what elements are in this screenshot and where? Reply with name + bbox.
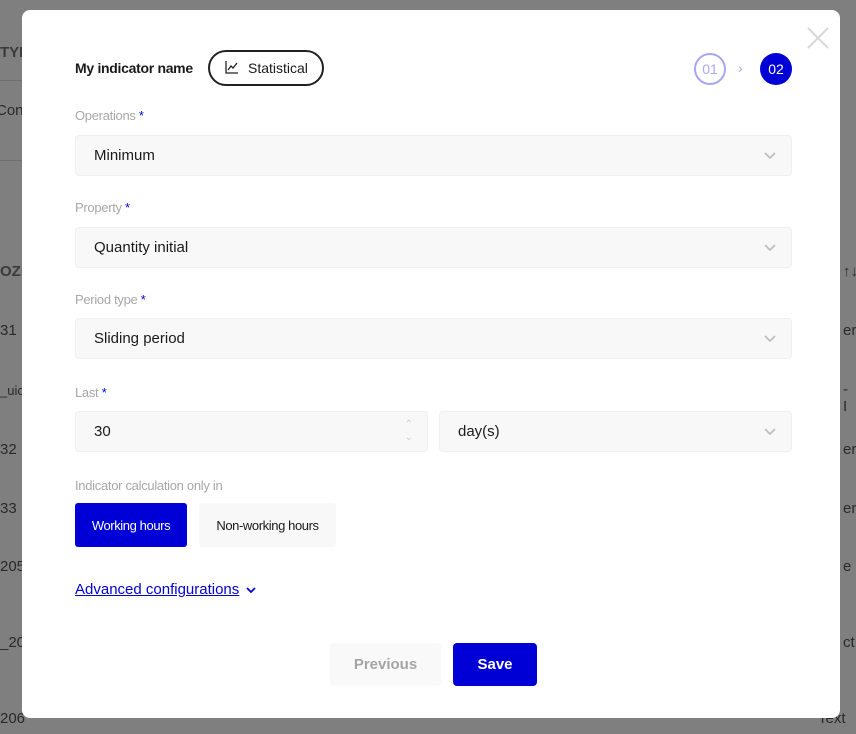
last-label: Last * bbox=[75, 385, 107, 400]
property-value: Quantity initial bbox=[94, 239, 189, 256]
unit-value: day(s) bbox=[458, 423, 500, 440]
close-icon[interactable] bbox=[806, 26, 830, 50]
decrement-icon: ⌄ bbox=[404, 432, 413, 443]
non-working-hours-toggle[interactable]: Non-working hours bbox=[199, 503, 336, 547]
chip-label: Statistical bbox=[248, 60, 308, 76]
number-stepper[interactable]: ⌃ ⌄ bbox=[405, 418, 413, 444]
last-number-input[interactable]: 30 ⌃ ⌄ bbox=[75, 411, 428, 452]
indicator-type-chip[interactable]: Statistical bbox=[208, 50, 324, 86]
bg-fragment: 32 bbox=[0, 441, 17, 458]
bg-fragment: er bbox=[843, 441, 856, 458]
increment-icon: ⌃ bbox=[404, 419, 413, 430]
last-value: 30 bbox=[94, 423, 111, 440]
save-button[interactable]: Save bbox=[453, 643, 537, 686]
period-type-value: Sliding period bbox=[94, 330, 185, 347]
chevron-down-icon bbox=[764, 244, 776, 252]
step-chevron-icon: › bbox=[738, 60, 743, 76]
step-01[interactable]: 01 bbox=[694, 53, 726, 85]
chevron-down-icon bbox=[246, 586, 256, 593]
advanced-configurations-link[interactable]: Advanced configurations bbox=[75, 581, 257, 598]
unit-select[interactable]: day(s) bbox=[439, 411, 792, 452]
working-hours-toggle[interactable]: Working hours bbox=[75, 503, 187, 547]
previous-button[interactable]: Previous bbox=[330, 643, 441, 686]
chevron-down-icon bbox=[764, 335, 776, 343]
bg-fragment: - I bbox=[843, 381, 848, 415]
property-select[interactable]: Quantity initial bbox=[75, 227, 792, 268]
bg-fragment: ct bbox=[843, 634, 855, 651]
calc-label: Indicator calculation only in bbox=[75, 478, 223, 493]
bg-fragment: 31 bbox=[0, 322, 17, 339]
bg-fragment: er bbox=[843, 500, 856, 517]
bg-fragment: e bbox=[843, 558, 852, 575]
sort-icon: ↑↓ bbox=[843, 263, 856, 280]
period-type-label: Period type * bbox=[75, 292, 146, 307]
bg-fragment: 206 bbox=[0, 710, 26, 727]
step-02[interactable]: 02 bbox=[760, 53, 792, 85]
period-type-select[interactable]: Sliding period bbox=[75, 318, 792, 359]
indicator-modal: My indicator name Statistical 01 › 02 Op… bbox=[22, 10, 840, 718]
property-label: Property * bbox=[75, 200, 130, 215]
bg-fragment: er bbox=[843, 322, 856, 339]
indicator-name: My indicator name bbox=[75, 60, 193, 76]
bg-fragment: 33 bbox=[0, 500, 17, 517]
chevron-down-icon bbox=[764, 152, 776, 160]
line-chart-icon bbox=[225, 60, 239, 77]
bg-fragment: _uic bbox=[0, 383, 24, 398]
operations-value: Minimum bbox=[94, 147, 155, 164]
operations-label: Operations * bbox=[75, 108, 144, 123]
operations-select[interactable]: Minimum bbox=[75, 135, 792, 176]
chevron-down-icon bbox=[764, 428, 776, 436]
